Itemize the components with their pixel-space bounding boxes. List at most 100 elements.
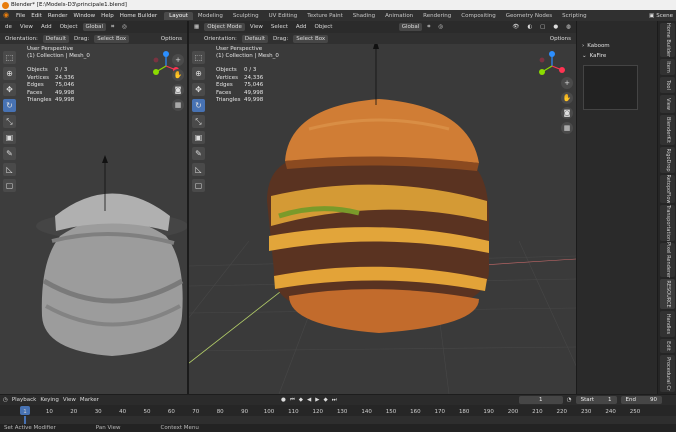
tab-sculpting[interactable]: Sculpting: [228, 12, 264, 20]
timeline-view-menu[interactable]: View: [63, 397, 76, 403]
grid-icon[interactable]: ▦: [172, 99, 184, 111]
jump-end-icon[interactable]: ⏭: [332, 397, 337, 404]
annotate-tool-icon[interactable]: ✎: [192, 147, 205, 160]
cursor-tool-icon[interactable]: ⊕: [3, 67, 16, 80]
tab-geometry-nodes[interactable]: Geometry Nodes: [501, 12, 557, 20]
main-orientation-dropdown[interactable]: Default: [241, 34, 269, 43]
main-object-menu[interactable]: Object: [312, 23, 336, 31]
left-mode-menu[interactable]: de: [2, 23, 15, 31]
add-cube-tool-icon[interactable]: ▢: [192, 179, 205, 192]
collapse-icon[interactable]: ⌄: [582, 53, 587, 59]
keying-menu[interactable]: Keying: [40, 397, 58, 403]
main-snap-icon[interactable]: ⌗: [424, 23, 433, 32]
play-reverse-icon[interactable]: ◀: [307, 397, 311, 403]
visibility-icon[interactable]: 👁: [509, 23, 522, 31]
main-options-button[interactable]: Options: [547, 35, 574, 43]
outliner-item[interactable]: ⌄ KaFire: [577, 51, 657, 61]
play-icon[interactable]: ▶: [315, 397, 319, 403]
clock-icon[interactable]: ◔: [567, 397, 572, 403]
annotate-tool-icon[interactable]: ✎: [3, 147, 16, 160]
camera-icon[interactable]: ◙: [172, 84, 184, 96]
scale-tool-icon[interactable]: ⤡: [192, 115, 205, 128]
sidebar-tab[interactable]: RetopoFlow: [660, 175, 675, 204]
zoom-icon[interactable]: +: [172, 54, 184, 66]
tab-rendering[interactable]: Rendering: [418, 12, 456, 20]
tab-scripting[interactable]: Scripting: [557, 12, 591, 20]
menu-render[interactable]: Render: [45, 13, 71, 19]
grid-icon[interactable]: ▦: [561, 122, 573, 134]
transform-tool-icon[interactable]: ▣: [3, 131, 16, 144]
next-keyframe-icon[interactable]: ◆: [324, 397, 328, 403]
sidebar-tab[interactable]: View: [660, 95, 675, 113]
playhead[interactable]: [24, 416, 26, 424]
main-mode-dropdown[interactable]: Object Mode: [204, 23, 245, 31]
cursor-tool-icon[interactable]: ⊕: [192, 67, 205, 80]
move-tool-icon[interactable]: ✥: [192, 83, 205, 96]
timeline-editor-icon[interactable]: ◷: [3, 397, 8, 403]
move-tool-icon[interactable]: ✥: [3, 83, 16, 96]
sidebar-tab[interactable]: Tool: [660, 77, 675, 93]
expand-icon[interactable]: ›: [582, 43, 584, 49]
scale-tool-icon[interactable]: ⤡: [3, 115, 16, 128]
record-icon[interactable]: ●: [281, 397, 286, 403]
left-drag-dropdown[interactable]: Select Box: [94, 34, 130, 43]
main-view-menu[interactable]: View: [247, 23, 266, 31]
prev-keyframe-icon[interactable]: ◆: [299, 397, 303, 403]
rotate-tool-icon[interactable]: ↻: [3, 99, 16, 112]
menu-home-builder[interactable]: Home Builder: [117, 13, 160, 19]
sidebar-tab[interactable]: Pixel Renderer: [660, 242, 675, 278]
sidebar-tab[interactable]: Transportation: [660, 205, 675, 241]
left-options-button[interactable]: Options: [158, 35, 185, 43]
tab-compositing[interactable]: Compositing: [456, 12, 500, 20]
menu-edit[interactable]: Edit: [28, 13, 45, 19]
left-orientation-dropdown[interactable]: Default: [42, 34, 70, 43]
scene-selector[interactable]: ▣ Scene: [649, 10, 673, 21]
start-frame-field[interactable]: Start 1: [575, 396, 617, 404]
end-frame-field[interactable]: End 90: [620, 396, 662, 404]
marker-menu[interactable]: Marker: [80, 397, 99, 403]
playback-menu[interactable]: Playback: [12, 397, 37, 403]
sidebar-tab[interactable]: Procedural Cr: [660, 355, 675, 392]
menu-window[interactable]: Window: [70, 13, 98, 19]
main-proportional-icon[interactable]: ◎: [435, 23, 446, 31]
sidebar-tab[interactable]: RigoDrop: [660, 147, 675, 173]
add-cube-tool-icon[interactable]: ▢: [3, 179, 16, 192]
sidebar-tab[interactable]: Item: [660, 59, 675, 75]
main-transform-orientation[interactable]: Global: [398, 23, 423, 31]
left-proportional-icon[interactable]: ◎: [119, 23, 130, 31]
timeline-track-area[interactable]: [0, 416, 676, 424]
blender-menu-icon[interactable]: ◉: [1, 11, 11, 20]
xray-icon[interactable]: ▢: [537, 23, 548, 31]
pan-hand-icon[interactable]: ✋: [172, 69, 184, 81]
left-object-menu[interactable]: Object: [57, 23, 81, 31]
left-view-menu[interactable]: View: [17, 23, 36, 31]
left-transform-orientation[interactable]: Global: [82, 23, 107, 31]
tab-texture-paint[interactable]: Texture Paint: [302, 12, 348, 20]
sidebar-tab[interactable]: RESOURCE: [660, 279, 675, 309]
timeline-ruler[interactable]: 1 10 20 30 40 50 60 70 80 90 100 110 120 130 140 150 160…: [0, 405, 676, 416]
tab-uv-editing[interactable]: UV Editing: [264, 12, 303, 20]
rotate-tool-icon[interactable]: ↻: [192, 99, 205, 112]
sidebar-tab[interactable]: BlenderKit: [660, 115, 675, 145]
left-snap-icon[interactable]: ⌗: [108, 23, 117, 32]
measure-tool-icon[interactable]: ◺: [3, 163, 16, 176]
editor-type-icon[interactable]: ▦: [191, 23, 202, 31]
left-viewport[interactable]: de View Add Object Global ⌗ ◎ Orientatio…: [0, 21, 187, 394]
select-tool-icon[interactable]: ⬚: [3, 51, 16, 64]
menu-help[interactable]: Help: [98, 13, 117, 19]
left-add-menu[interactable]: Add: [38, 23, 55, 31]
select-tool-icon[interactable]: ⬚: [192, 51, 205, 64]
current-frame-field[interactable]: 1: [518, 396, 563, 404]
outliner-item[interactable]: › Kaboom: [577, 41, 657, 51]
sidebar-tab[interactable]: Edit: [660, 339, 675, 353]
tab-modeling[interactable]: Modeling: [193, 12, 228, 20]
main-select-menu[interactable]: Select: [268, 23, 291, 31]
sidebar-tab[interactable]: Handles: [660, 311, 675, 337]
menu-file[interactable]: File: [13, 13, 28, 19]
transform-tool-icon[interactable]: ▣: [192, 131, 205, 144]
sidebar-tab[interactable]: Home Builder: [660, 23, 675, 57]
main-viewport[interactable]: ▦ Object Mode View Select Add Object Glo…: [189, 21, 576, 394]
jump-start-icon[interactable]: ⏮: [290, 397, 295, 404]
pan-hand-icon[interactable]: ✋: [561, 92, 573, 104]
shading-solid-icon[interactable]: ●: [550, 23, 561, 31]
